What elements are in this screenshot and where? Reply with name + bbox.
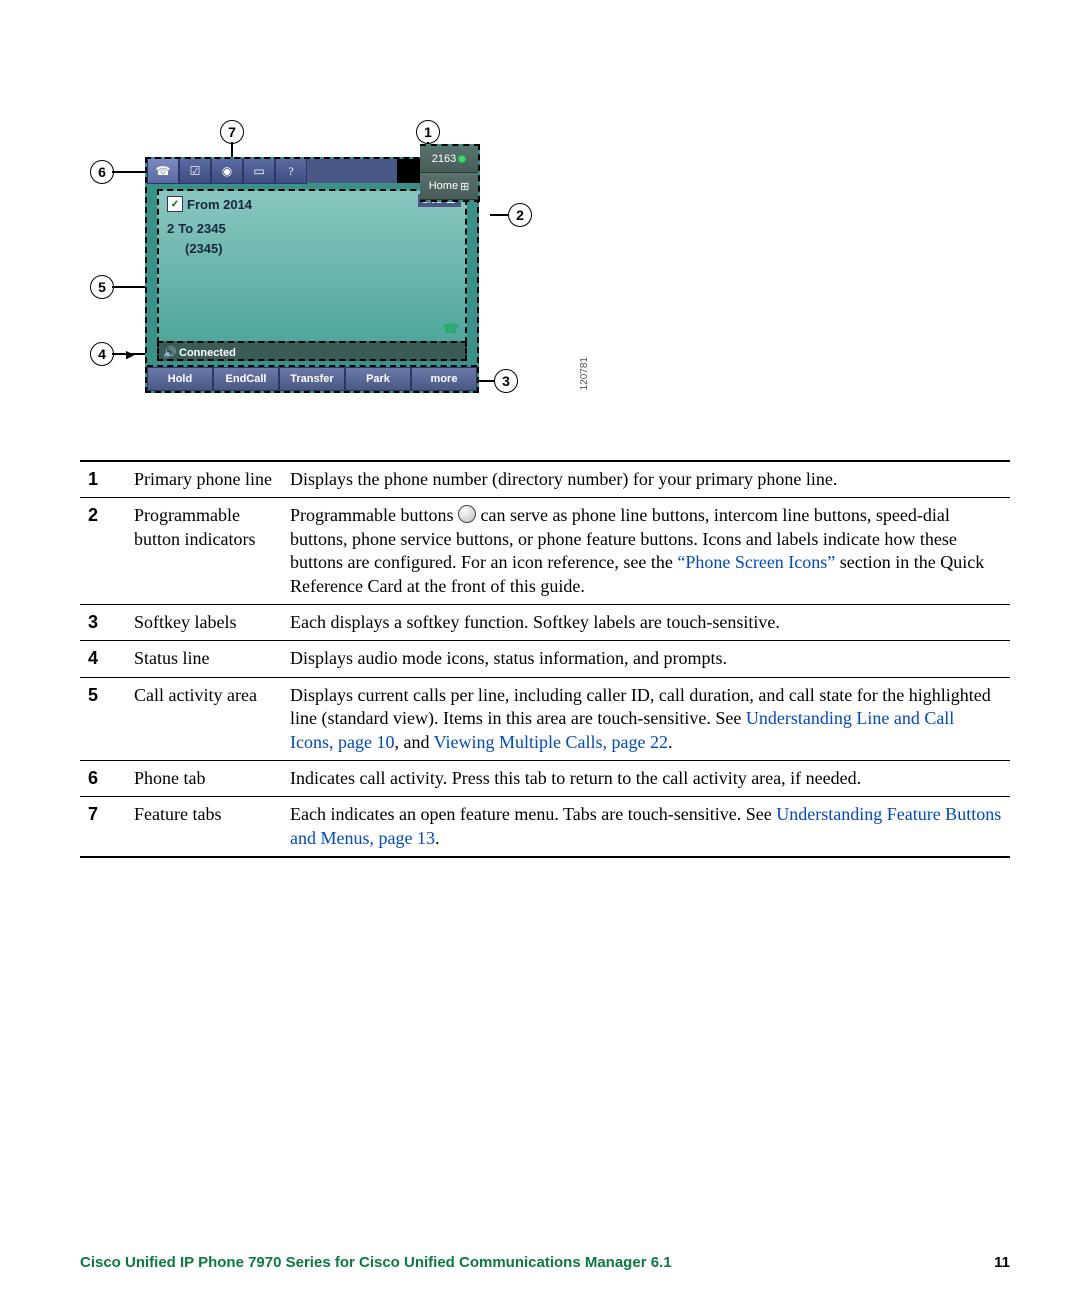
softkey-transfer[interactable]: Transfer	[279, 367, 345, 391]
row-desc: Indicates call activity. Press this tab …	[282, 760, 1010, 796]
row-num: 7	[80, 797, 126, 857]
leader-2	[490, 214, 508, 216]
row-desc: Displays current calls per line, includi…	[282, 677, 1010, 760]
call-row-3[interactable]: (2345)	[167, 237, 223, 259]
row-name: Phone tab	[126, 760, 282, 796]
figure-area: 7 1 6 2 5 4 ▶ 3 120781 ☎ ☑ ◉ ▭	[80, 120, 1010, 410]
call-row-2[interactable]: 2 To 2345	[167, 217, 226, 239]
table-row: 2 Programmable button indicators Program…	[80, 498, 1010, 605]
status-line: 🔊 Connected	[157, 341, 467, 361]
round-button-icon	[458, 505, 476, 523]
checklist-tab-icon[interactable]: ☑	[179, 159, 211, 184]
row-desc: Each displays a softkey function. Softke…	[282, 604, 1010, 640]
globe-tab-icon[interactable]: ◉	[211, 159, 243, 184]
row-num: 3	[80, 604, 126, 640]
checkbox-icon: ✓	[167, 196, 183, 212]
row-num: 1	[80, 461, 126, 498]
table-row: 4 Status line Displays audio mode icons,…	[80, 641, 1010, 677]
softkey-park[interactable]: Park	[345, 367, 411, 391]
status-text: Connected	[179, 347, 236, 359]
table-row: 6 Phone tab Indicates call activity. Pre…	[80, 760, 1010, 796]
phone-screen-diagram: 7 1 6 2 5 4 ▶ 3 120781 ☎ ☑ ◉ ▭	[90, 120, 560, 410]
table-row: 5 Call activity area Displays current ca…	[80, 677, 1010, 760]
row-name: Feature tabs	[126, 797, 282, 857]
call-row-text: To 2345	[178, 221, 225, 236]
callout-7: 7	[220, 120, 244, 144]
button-label: Home	[429, 180, 458, 192]
programmable-buttons: 2163 Home ⊞	[420, 144, 480, 202]
callout-1: 1	[416, 120, 440, 144]
row-num: 2	[80, 498, 126, 605]
row-desc: Displays the phone number (directory num…	[282, 461, 1010, 498]
softkey-endcall[interactable]: EndCall	[213, 367, 279, 391]
callout-6: 6	[90, 160, 114, 184]
book-tab-icon[interactable]: ▭	[243, 159, 275, 184]
viewing-multiple-calls-link[interactable]: Viewing Multiple Calls, page 22	[434, 732, 668, 752]
programmable-button-1[interactable]: 2163	[420, 146, 478, 173]
button-label: 2163	[432, 153, 456, 165]
call-row-1[interactable]: ✓ From 2014	[167, 193, 252, 215]
row-num: 4	[80, 641, 126, 677]
row-name: Primary phone line	[126, 461, 282, 498]
row-name: Softkey labels	[126, 604, 282, 640]
row-name: Programmable button indicators	[126, 498, 282, 605]
softkey-hold[interactable]: Hold	[147, 367, 213, 391]
table-row: 3 Softkey labels Each displays a softkey…	[80, 604, 1010, 640]
leader-6	[112, 171, 147, 173]
row-desc: Displays audio mode icons, status inform…	[282, 641, 1010, 677]
footer: Cisco Unified IP Phone 7970 Series for C…	[80, 1254, 1010, 1271]
callout-4: 4	[90, 342, 114, 366]
arrow-icon: ▶	[126, 348, 134, 361]
call-activity-area[interactable]: ✓ From 2014 1:02 ☎ 2 To 2345 (2345) ☎	[157, 189, 467, 343]
callout-5: 5	[90, 275, 114, 299]
call-row-text: (2345)	[185, 241, 223, 256]
call-row-text: From 2014	[187, 197, 252, 212]
leader-3	[478, 380, 494, 382]
footer-title: Cisco Unified IP Phone 7970 Series for C…	[80, 1254, 672, 1271]
row-num: 6	[80, 760, 126, 796]
row-name: Status line	[126, 641, 282, 677]
row-desc: Each indicates an open feature menu. Tab…	[282, 797, 1010, 857]
table-row: 1 Primary phone line Displays the phone …	[80, 461, 1010, 498]
table-row: 7 Feature tabs Each indicates an open fe…	[80, 797, 1010, 857]
led-icon	[458, 155, 466, 163]
speaker-icon: 🔊	[163, 343, 177, 363]
callout-2: 2	[508, 203, 532, 227]
grid-icon: ⊞	[460, 180, 469, 193]
phone-tab-icon[interactable]: ☎	[147, 159, 179, 184]
help-tab-icon[interactable]: ?	[275, 159, 307, 184]
footer-page-number: 11	[994, 1254, 1010, 1271]
softkey-bar: Hold EndCall Transfer Park more	[147, 365, 477, 391]
phone-screen-icons-link[interactable]: “Phone Screen Icons”	[677, 552, 835, 572]
row-num: 5	[80, 677, 126, 760]
row-name: Call activity area	[126, 677, 282, 760]
handset-icon: ☎	[443, 321, 459, 337]
legend-table: 1 Primary phone line Displays the phone …	[80, 460, 1010, 858]
row-desc: Programmable buttons can serve as phone …	[282, 498, 1010, 605]
programmable-button-2[interactable]: Home ⊞	[420, 173, 478, 200]
softkey-more[interactable]: more	[411, 367, 477, 391]
callout-3: 3	[494, 369, 518, 393]
image-id: 120781	[579, 357, 590, 390]
page: 7 1 6 2 5 4 ▶ 3 120781 ☎ ☑ ◉ ▭	[0, 0, 1080, 1311]
call-index: 2	[167, 221, 174, 236]
